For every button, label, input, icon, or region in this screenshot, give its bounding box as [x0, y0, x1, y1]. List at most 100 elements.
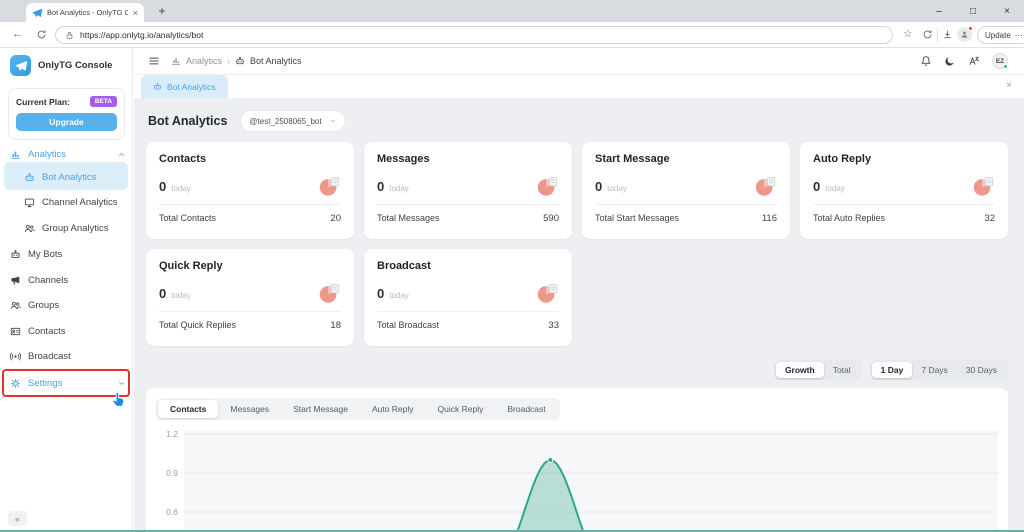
- bot-selector[interactable]: @test_2508065_bot: [241, 111, 345, 131]
- id-card-icon: [10, 326, 21, 337]
- stat-card: Quick Reply 0 today Total Quick Replies …: [146, 249, 354, 346]
- stat-card: Messages 0 today Total Messages 590: [364, 142, 572, 239]
- y-axis-tick: 1.2: [166, 429, 178, 439]
- sidebar-item-label: Groups: [28, 300, 126, 311]
- moon-icon[interactable]: [944, 55, 956, 67]
- sidebar-item-label: Channel Analytics: [42, 197, 126, 208]
- tab-close-icon[interactable]: ×: [133, 8, 138, 18]
- chevron-up-icon: [117, 150, 126, 159]
- sync-icon[interactable]: [922, 29, 933, 40]
- range-filter-button[interactable]: 30 Days: [957, 362, 1006, 378]
- address-bar[interactable]: https://app.onlytg.io/analytics/bot: [55, 26, 893, 44]
- page-tab-close-icon[interactable]: ×: [1006, 80, 1012, 91]
- stat-cards: Contacts 0 today Total Contacts 20: [146, 142, 1008, 346]
- window-close-button[interactable]: ×: [990, 0, 1024, 22]
- sidebar-item-channel-analytics[interactable]: Channel Analytics: [24, 191, 126, 213]
- breadcrumb-bot-analytics[interactable]: Bot Analytics: [250, 56, 302, 66]
- pie-chart-icon: [317, 174, 341, 198]
- range-filter-button[interactable]: 1 Day: [872, 362, 913, 378]
- sidebar-item-channels[interactable]: Channels: [10, 269, 126, 291]
- sidebar-item-my-bots[interactable]: My Bots: [10, 243, 126, 265]
- users-icon: [24, 223, 35, 234]
- new-tab-button[interactable]: +: [153, 2, 171, 20]
- sidebar-collapse-button[interactable]: «: [8, 511, 27, 526]
- sidebar-item-label: Group Analytics: [42, 223, 126, 234]
- browser-update-button[interactable]: Update ⋯: [977, 26, 1024, 44]
- sidebar-item-contacts[interactable]: Contacts: [10, 320, 126, 342]
- sidebar-item-groups[interactable]: Groups: [10, 294, 126, 316]
- sidebar-item-analytics[interactable]: Analytics: [10, 143, 126, 165]
- more-icon: ⋯: [1015, 31, 1023, 40]
- back-icon[interactable]: ←: [12, 28, 23, 40]
- main-area: Analytics › Bot Analytics EZ Bot Analyti…: [134, 48, 1024, 532]
- sidebar-item-label: Settings: [28, 378, 110, 389]
- person-icon: [960, 30, 969, 39]
- tab-bot-analytics[interactable]: Bot Analytics: [141, 75, 228, 98]
- total-value: 32: [984, 213, 995, 224]
- mode-filter-button[interactable]: Growth: [776, 362, 824, 378]
- bell-icon[interactable]: [920, 55, 932, 67]
- update-label: Update: [985, 31, 1011, 40]
- chart-tabs: Contacts Messages Start Message Auto Rep…: [156, 398, 560, 420]
- page-tab-label: Bot Analytics: [167, 82, 216, 92]
- sidebar-item-broadcast[interactable]: Broadcast: [10, 345, 126, 367]
- total-value: 590: [543, 213, 559, 224]
- hamburger-icon[interactable]: [148, 55, 160, 67]
- chart-tab[interactable]: Contacts: [158, 400, 218, 418]
- browser-tab-title: Bot Analytics - OnlyTG Console: [47, 8, 128, 17]
- stat-card-title: Start Message: [595, 153, 777, 165]
- app-window: Bot Analytics - OnlyTG Console × + – □ ×…: [0, 0, 1024, 532]
- pie-chart-icon: [753, 174, 777, 198]
- bookmark-star-icon[interactable]: ☆: [903, 28, 912, 40]
- bar-chart-icon: [10, 149, 21, 160]
- today-label: today: [171, 291, 191, 300]
- sidebar-item-group-analytics[interactable]: Group Analytics: [24, 217, 126, 239]
- card-divider: [813, 204, 995, 205]
- sidebar-item-settings[interactable]: Settings: [10, 372, 126, 394]
- chart-tab[interactable]: Quick Reply: [426, 400, 496, 418]
- brand-name: OnlyTG Console: [38, 60, 112, 71]
- chart-tab[interactable]: Messages: [218, 400, 281, 418]
- chart-tab[interactable]: Broadcast: [495, 400, 557, 418]
- chart-card: Contacts Messages Start Message Auto Rep…: [146, 388, 1008, 532]
- today-value: 0: [595, 179, 602, 194]
- url-text: https://app.onlytg.io/analytics/bot: [80, 30, 203, 40]
- today-label: today: [389, 184, 409, 193]
- lock-icon: [65, 31, 74, 40]
- card-divider: [159, 311, 341, 312]
- upgrade-button[interactable]: Upgrade: [16, 113, 117, 131]
- window-minimize-button[interactable]: –: [922, 0, 956, 22]
- download-icon[interactable]: [942, 29, 953, 40]
- monitor-icon: [24, 197, 35, 208]
- today-value: 0: [377, 179, 384, 194]
- mouse-cursor-icon: [110, 391, 127, 408]
- user-avatar[interactable]: EZ: [992, 53, 1008, 69]
- card-divider: [595, 204, 777, 205]
- total-label: Total Auto Replies: [813, 213, 885, 224]
- total-label: Total Broadcast: [377, 320, 439, 331]
- sidebar-item-label: Bot Analytics: [42, 172, 126, 183]
- brand-logo: [10, 55, 31, 76]
- chart-area: 1.20.90.6: [156, 430, 998, 532]
- range-filter-button[interactable]: 7 Days: [912, 362, 956, 378]
- browser-tab[interactable]: Bot Analytics - OnlyTG Console ×: [26, 3, 144, 22]
- chart-tab[interactable]: Start Message: [281, 400, 360, 418]
- stat-card-title: Broadcast: [377, 260, 559, 272]
- stat-card-title: Contacts: [159, 153, 341, 165]
- translate-icon[interactable]: [968, 55, 980, 67]
- refresh-icon[interactable]: [36, 29, 47, 40]
- brand: OnlyTG Console: [10, 55, 112, 76]
- pie-chart-icon: [535, 174, 559, 198]
- mode-filter-button[interactable]: Total: [824, 362, 860, 378]
- breadcrumb-analytics[interactable]: Analytics: [186, 56, 222, 66]
- browser-profile-avatar[interactable]: [957, 27, 972, 42]
- breadcrumb: Analytics › Bot Analytics: [171, 56, 302, 66]
- mode-filter-group: Growth Total: [774, 360, 862, 380]
- stat-card: Contacts 0 today Total Contacts 20: [146, 142, 354, 239]
- window-maximize-button[interactable]: □: [956, 0, 990, 22]
- chevron-down-icon: [117, 379, 126, 388]
- pie-chart-icon: [535, 281, 559, 305]
- sidebar-item-bot-analytics[interactable]: Bot Analytics: [24, 166, 126, 188]
- chart-tab[interactable]: Auto Reply: [360, 400, 426, 418]
- broadcast-icon: [10, 351, 21, 362]
